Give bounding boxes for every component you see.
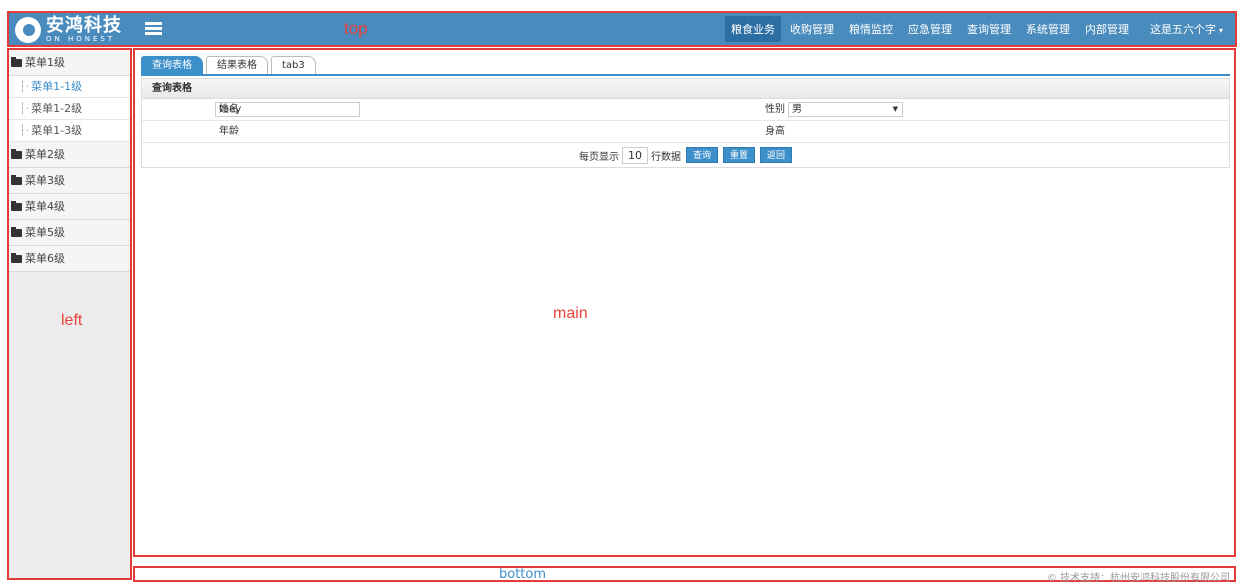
chevron-down-icon: ▾ [1218,26,1223,35]
nav-item-emergency[interactable]: 应急管理 [902,16,958,42]
tab-bar: 查询表格 结果表格 tab3 [141,56,1230,76]
menu-toggle-icon[interactable] [145,22,162,36]
nav-item-system[interactable]: 系统管理 [1020,16,1076,42]
query-button[interactable]: 查询 [685,147,718,163]
tab-query-table[interactable]: 查询表格 [141,56,203,74]
sidebar-item-menu1[interactable]: 菜单1级 [9,50,130,76]
sidebar-item-menu5[interactable]: 菜单5级 [9,220,130,246]
region-label-main: main [553,305,588,322]
tab-result-table[interactable]: 结果表格 [206,56,268,74]
sidebar-subitem-label: 菜单1-1级 [31,80,83,93]
sidebar-item-label: 菜单5级 [25,225,65,239]
folder-icon [11,148,22,159]
sex-label: 性别 [765,104,785,115]
user-menu[interactable]: 这是五六个字 ▾ [1144,16,1229,42]
page-size-input[interactable]: 10 [621,146,648,164]
nav-item-internal[interactable]: 内部管理 [1079,16,1135,42]
top-bar: 安鸿科技 ON HONEST top 粮食业务 收购管理 粮情监控 应急管理 查… [7,11,1237,47]
nav-item-grain-business[interactable]: 粮食业务 [724,16,781,42]
sidebar-item-label: 菜单4级 [25,199,65,213]
nav-item-purchase[interactable]: 收购管理 [784,16,840,42]
logo-mark-icon [15,17,41,43]
folder-icon [11,226,22,237]
form-row-1: 姓名 tony 性别 男 ▼ [142,99,1229,121]
sidebar-item-menu2[interactable]: 菜单2级 [9,142,130,168]
age-label: 年龄 [219,126,239,137]
sidebar-subitem-label: 菜单1-3级 [31,124,83,137]
sidebar-subitem-1-3[interactable]: ┆· 菜单1-3级 [9,120,130,142]
sidebar-subitem-1-1[interactable]: ┆· 菜单1-1级 [9,76,130,98]
footer: bottom © 技术支持：杭州安鸿科技股份有限公司 [133,566,1236,584]
sidebar-item-label: 菜单3级 [25,173,65,187]
sex-select[interactable]: 男 ▼ [788,102,903,117]
sidebar-item-menu3[interactable]: 菜单3级 [9,168,130,194]
top-nav: 粮食业务 收购管理 粮情监控 应急管理 查询管理 系统管理 内部管理 这是五六个… [722,16,1229,42]
name-input[interactable]: tony [215,102,360,117]
sidebar-item-menu6[interactable]: 菜单6级 [9,246,130,272]
sex-select-value: 男 [792,104,802,115]
sidebar-item-label: 菜单2级 [25,147,65,161]
main-content: 查询表格 结果表格 tab3 查询表格 姓名 tony 性别 男 ▼ 年龄 身高 … [133,48,1236,557]
folder-icon [11,174,22,185]
action-row: 每页显示 10 行数据 查询 重置 返回 [142,143,1229,167]
folder-icon [11,252,22,263]
folder-icon [11,56,22,67]
sidebar-item-label: 菜单6级 [25,251,65,265]
sidebar-subitem-1-2[interactable]: ┆· 菜单1-2级 [9,98,130,120]
form-row-2: 年龄 身高 [142,121,1229,143]
height-label: 身高 [765,126,785,137]
dropdown-arrow-icon: ▼ [892,105,898,113]
region-label-top: top [344,19,368,38]
back-button[interactable]: 返回 [760,147,793,163]
region-label-left: left [61,312,83,329]
logo: 安鸿科技 ON HONEST [15,15,122,45]
query-panel: 查询表格 姓名 tony 性别 男 ▼ 年龄 身高 每页显示 10 行数据 查询 … [141,78,1230,168]
sidebar-item-menu4[interactable]: 菜单4级 [9,194,130,220]
folder-icon [11,200,22,211]
reset-button[interactable]: 重置 [722,147,755,163]
page-size-prefix: 每页显示 [578,151,619,163]
page-size-suffix: 行数据 [650,151,681,163]
nav-item-query[interactable]: 查询管理 [961,16,1017,42]
sidebar-item-label: 菜单1级 [25,55,65,69]
brand-subtitle: ON HONEST [46,35,116,43]
brand-name: 安鸿科技 [46,15,122,36]
tab-tab3[interactable]: tab3 [271,56,316,74]
sidebar-subitem-label: 菜单1-2级 [31,102,83,115]
sidebar: 菜单1级 ┆· 菜单1-1级 ┆· 菜单1-2级 ┆· 菜单1-3级 菜单2级 菜单3… [7,48,132,580]
user-name: 这是五六个字 [1149,23,1216,36]
panel-title: 查询表格 [142,79,1229,99]
region-label-bottom: bottom [499,567,547,582]
nav-item-monitor[interactable]: 粮情监控 [843,16,899,42]
